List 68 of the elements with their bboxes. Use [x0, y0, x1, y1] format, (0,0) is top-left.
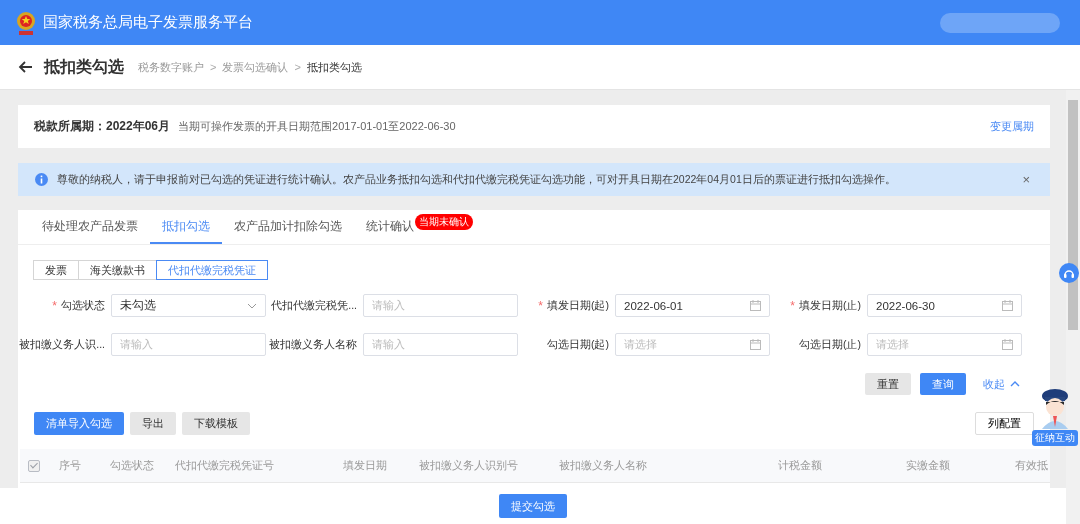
segment-button[interactable]: 发票 — [33, 260, 79, 280]
select-field[interactable]: 未勾选 — [111, 294, 266, 317]
scrollbar[interactable] — [1066, 90, 1080, 524]
reset-button[interactable]: 重置 — [865, 373, 911, 395]
required-mark: * — [52, 298, 57, 313]
query-button[interactable]: 查询 — [920, 373, 966, 395]
date-range-text: 当期可操作发票的开具日期范围2017-01-01至2022-06-30 — [178, 119, 456, 134]
column-header: 计税金额 — [778, 458, 823, 473]
assistant-label[interactable]: 征纳互动 — [1032, 430, 1078, 446]
back-arrow-icon — [18, 60, 33, 74]
field-label: 勾选日期(止) — [799, 337, 861, 352]
column-header: 有效抵 — [1015, 458, 1048, 473]
submit-button[interactable]: 提交勾选 — [499, 494, 567, 518]
close-button[interactable]: × — [1022, 172, 1030, 187]
column-header: 被扣缴义务人名称 — [559, 458, 648, 473]
field-label: 被扣缴义务人名称 — [269, 337, 357, 352]
collapse-link[interactable]: 收起 — [983, 376, 1020, 392]
breadcrumb-link[interactable]: 发票勾选确认 — [222, 59, 289, 75]
date-field[interactable]: 2022-06-30 — [867, 294, 1022, 317]
toolbar-button[interactable]: 清单导入勾选 — [34, 412, 124, 435]
field-label: 填发日期(起) — [547, 298, 609, 313]
column-header: 被扣缴义务人识别号 — [419, 458, 519, 473]
calendar-icon — [1002, 300, 1013, 311]
date-field[interactable]: 2022-06-01 — [615, 294, 770, 317]
column-header: 序号 — [59, 458, 82, 473]
status-badge: 当期未确认 — [415, 214, 473, 230]
breadcrumb-separator: > — [210, 61, 217, 73]
column-header: 勾选状态 — [110, 458, 155, 473]
info-icon — [35, 173, 48, 186]
input-field[interactable]: 请输入 — [363, 294, 518, 317]
chevron-down-icon — [247, 302, 257, 309]
tax-period: 税款所属期：2022年06月 — [34, 118, 171, 135]
field-label: 勾选状态 — [61, 298, 105, 313]
input-field[interactable]: 请输入 — [111, 333, 266, 356]
required-mark: * — [538, 298, 543, 313]
calendar-icon — [750, 300, 761, 311]
breadcrumb-link[interactable]: 税务数字账户 — [138, 59, 204, 75]
field-label: 被扣缴义务人识... — [19, 337, 105, 352]
page-title: 抵扣类勾选 — [44, 56, 124, 77]
required-mark: * — [790, 298, 795, 313]
segment-button[interactable]: 代扣代缴完税凭证 — [156, 260, 268, 280]
tab[interactable]: 抵扣勾选 — [150, 210, 222, 244]
column-header: 代扣代缴完税凭证号 — [175, 458, 275, 473]
breadcrumb-separator: > — [294, 61, 301, 73]
tab[interactable]: 统计确认 — [354, 210, 414, 244]
tab[interactable]: 待处理农产品发票 — [30, 210, 150, 244]
back-button[interactable] — [18, 60, 33, 74]
column-header: 实缴金额 — [906, 458, 951, 473]
tab[interactable]: 农产品加计扣除勾选 — [222, 210, 354, 244]
segment-button[interactable]: 海关缴款书 — [78, 260, 157, 280]
platform-title: 国家税务总局电子发票服务平台 — [43, 13, 253, 32]
emblem-icon — [15, 9, 37, 36]
calendar-icon — [1002, 339, 1013, 350]
calendar-icon — [750, 339, 761, 350]
column-settings-button[interactable]: 列配置 — [975, 412, 1034, 435]
headset-icon — [1063, 267, 1075, 279]
column-header: 填发日期 — [343, 458, 388, 473]
field-label: 填发日期(止) — [799, 298, 861, 313]
field-label: 勾选日期(起) — [547, 337, 609, 352]
notice-text: 尊敬的纳税人，请于申报前对已勾选的凭证进行统计确认。农产品业务抵扣勾选和代扣代缴完税凭证勾选功能，可对开具日期在2022年04月01日后的票证进行抵扣勾选操作。 — [57, 172, 897, 187]
field-label: 代扣代缴完税凭... — [271, 298, 357, 313]
date-field[interactable]: 请选择 — [615, 333, 770, 356]
input-field[interactable]: 请输入 — [363, 333, 518, 356]
date-field[interactable]: 请选择 — [867, 333, 1022, 356]
chevron-up-icon — [1010, 381, 1020, 387]
toolbar-button[interactable]: 导出 — [130, 412, 176, 435]
toolbar-button[interactable]: 下载模板 — [182, 412, 250, 435]
change-period-link[interactable]: 变更属期 — [990, 119, 1034, 134]
